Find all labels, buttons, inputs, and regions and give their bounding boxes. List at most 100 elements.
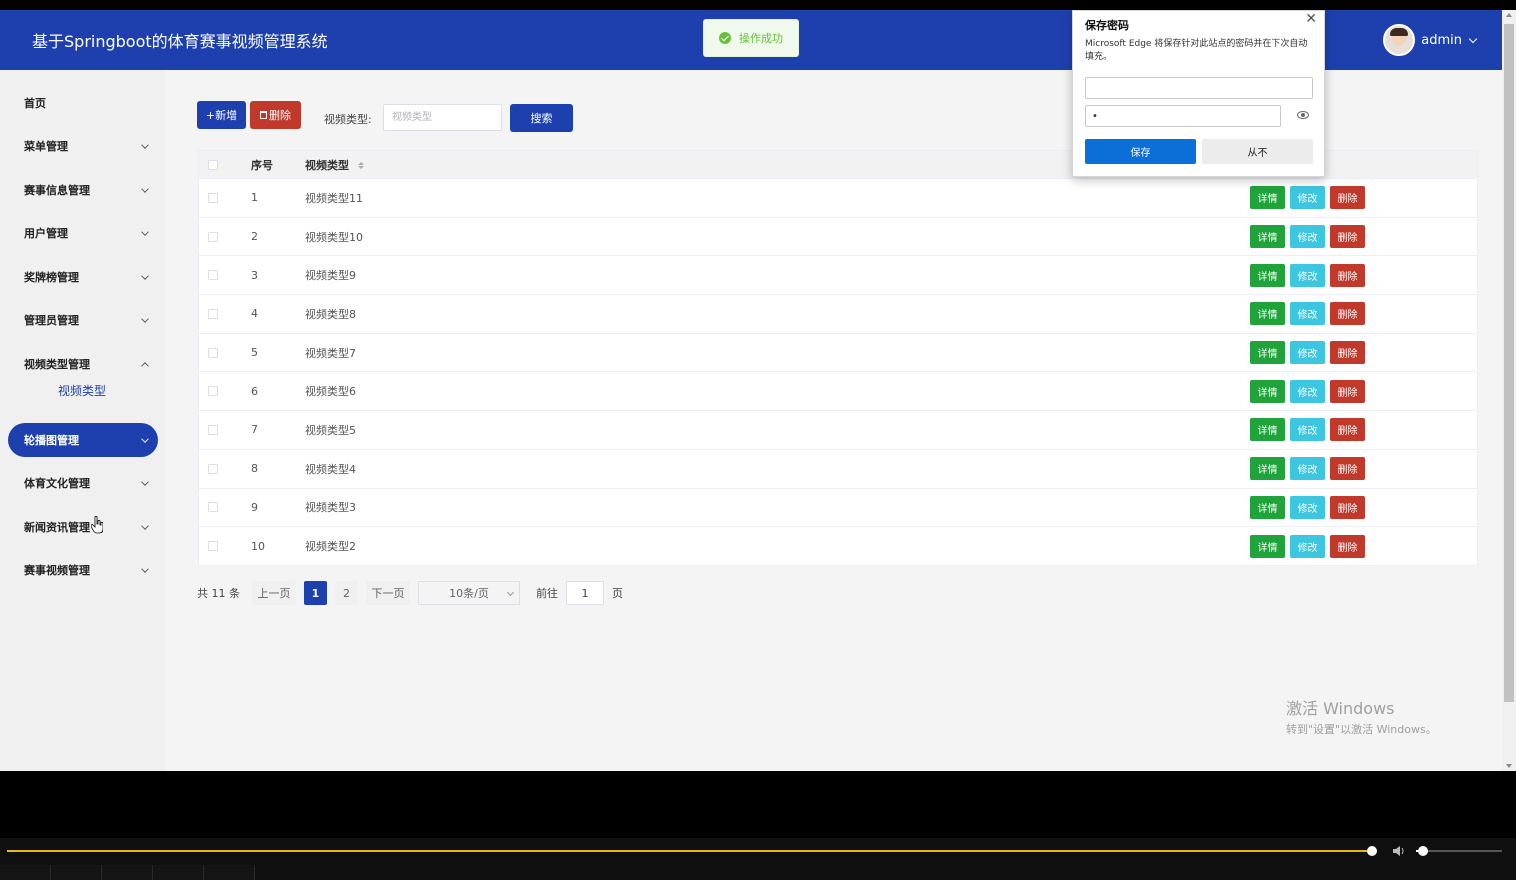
never-save-button[interactable]: 从不 bbox=[1202, 139, 1313, 164]
row-checkbox[interactable] bbox=[208, 386, 218, 397]
sidebar-item-medal-board[interactable]: 奖牌榜管理 bbox=[8, 260, 158, 294]
row-actions: 详情 修改 删除 bbox=[1250, 302, 1365, 326]
sidebar-item-event-video[interactable]: 赛事视频管理 bbox=[8, 553, 158, 587]
scroll-up-icon[interactable] bbox=[1506, 13, 1512, 17]
select-all-checkbox[interactable] bbox=[208, 159, 218, 170]
row-checkbox[interactable] bbox=[208, 463, 218, 474]
password-field[interactable] bbox=[1085, 105, 1281, 127]
delete-button[interactable]: 删除 bbox=[1330, 495, 1365, 519]
progress-handle[interactable] bbox=[1367, 846, 1377, 856]
scroll-thumb[interactable] bbox=[1504, 24, 1514, 702]
row-checkbox[interactable] bbox=[208, 308, 218, 319]
check-circle-icon bbox=[719, 32, 731, 44]
add-button[interactable]: +新增 bbox=[197, 101, 246, 129]
delete-button[interactable]: 删除 bbox=[1330, 534, 1365, 558]
row-index: 7 bbox=[251, 423, 258, 437]
detail-button[interactable]: 详情 bbox=[1250, 534, 1285, 558]
prev-page-button[interactable]: 上一页 bbox=[252, 581, 296, 605]
username-field[interactable] bbox=[1085, 77, 1313, 99]
sidebar-item-video-type[interactable]: 视频类型管理 bbox=[8, 347, 158, 381]
detail-button[interactable]: 详情 bbox=[1250, 302, 1285, 326]
table-row: 3 视频类型9 详情 修改 删除 bbox=[199, 255, 1477, 294]
save-password-button[interactable]: 保存 bbox=[1085, 139, 1196, 164]
row-actions: 详情 修改 删除 bbox=[1250, 341, 1365, 365]
page-button-2[interactable]: 2 bbox=[335, 581, 358, 605]
detail-button[interactable]: 详情 bbox=[1250, 186, 1285, 210]
delete-button[interactable]: 删除 bbox=[1330, 225, 1365, 249]
sidebar-subitem-video-type[interactable]: 视频类型 bbox=[58, 382, 106, 399]
delete-button[interactable]: 删除 bbox=[1330, 263, 1365, 287]
column-header-video-type[interactable]: 视频类型 bbox=[305, 157, 364, 173]
sidebar-item-carousel[interactable]: 轮播图管理 bbox=[8, 423, 158, 457]
delete-button[interactable]: 删除 bbox=[1330, 457, 1365, 481]
detail-button[interactable]: 详情 bbox=[1250, 379, 1285, 403]
sidebar-item-news[interactable]: 新闻资讯管理 bbox=[8, 510, 158, 544]
scroll-down-icon[interactable] bbox=[1506, 764, 1512, 768]
row-checkbox[interactable] bbox=[208, 231, 218, 242]
edit-button[interactable]: 修改 bbox=[1290, 263, 1325, 287]
user-name[interactable]: admin bbox=[1421, 33, 1462, 48]
edit-button[interactable]: 修改 bbox=[1290, 418, 1325, 442]
row-checkbox[interactable] bbox=[208, 541, 218, 552]
close-icon[interactable]: ✕ bbox=[1305, 11, 1317, 27]
avatar[interactable] bbox=[1383, 24, 1416, 56]
app-title: 基于Springboot的体育赛事视频管理系统 bbox=[32, 32, 328, 51]
row-checkbox[interactable] bbox=[208, 347, 218, 358]
sidebar-item-sports-culture[interactable]: 体育文化管理 bbox=[8, 466, 158, 500]
volume-handle[interactable] bbox=[1418, 846, 1428, 856]
sidebar-item-home[interactable]: 首页 bbox=[8, 86, 158, 120]
row-video-type: 视频类型11 bbox=[305, 191, 363, 205]
user-menu[interactable]: admin bbox=[1383, 24, 1478, 56]
chevron-down-icon bbox=[141, 314, 149, 323]
delete-button[interactable]: 删除 bbox=[1330, 379, 1365, 403]
sidebar-item-menu[interactable]: 菜单管理 bbox=[8, 129, 158, 163]
detail-button[interactable]: 详情 bbox=[1250, 457, 1285, 481]
sidebar-item-event-info[interactable]: 赛事信息管理 bbox=[8, 173, 158, 207]
detail-button[interactable]: 详情 bbox=[1250, 341, 1285, 365]
sort-icon[interactable] bbox=[357, 162, 364, 169]
edit-button[interactable]: 修改 bbox=[1290, 225, 1325, 249]
sidebar-item-user[interactable]: 用户管理 bbox=[8, 216, 158, 250]
edit-button[interactable]: 修改 bbox=[1290, 302, 1325, 326]
batch-delete-button[interactable]: 删除 bbox=[250, 101, 301, 129]
row-checkbox[interactable] bbox=[208, 192, 218, 203]
detail-button[interactable]: 详情 bbox=[1250, 495, 1285, 519]
page-size-select[interactable]: 10条/页 bbox=[418, 581, 520, 605]
delete-button[interactable]: 删除 bbox=[1330, 186, 1365, 210]
table-row: 10 视频类型2 详情 修改 删除 bbox=[199, 526, 1477, 565]
show-password-icon[interactable] bbox=[1297, 111, 1309, 119]
edit-button[interactable]: 修改 bbox=[1290, 457, 1325, 481]
edit-button[interactable]: 修改 bbox=[1290, 341, 1325, 365]
edit-button[interactable]: 修改 bbox=[1290, 495, 1325, 519]
goto-page-input[interactable] bbox=[566, 581, 604, 605]
page-button-1[interactable]: 1 bbox=[304, 581, 327, 605]
batch-delete-label: 删除 bbox=[269, 109, 291, 122]
goto-label: 前往 bbox=[536, 587, 558, 600]
row-checkbox[interactable] bbox=[208, 502, 218, 513]
detail-button[interactable]: 详情 bbox=[1250, 263, 1285, 287]
popup-description: Microsoft Edge 将保存针对此站点的密码并在下次自动填充。 bbox=[1085, 39, 1308, 62]
volume-track[interactable] bbox=[1416, 850, 1502, 852]
progress-bar[interactable] bbox=[7, 850, 1373, 852]
volume-icon[interactable] bbox=[1392, 845, 1406, 857]
row-checkbox[interactable] bbox=[208, 424, 218, 435]
sidebar-item-admin[interactable]: 管理员管理 bbox=[8, 303, 158, 337]
edit-button[interactable]: 修改 bbox=[1290, 379, 1325, 403]
chevron-down-icon bbox=[141, 521, 149, 530]
detail-button[interactable]: 详情 bbox=[1250, 225, 1285, 249]
row-video-type: 视频类型4 bbox=[305, 462, 356, 476]
delete-button[interactable]: 删除 bbox=[1330, 341, 1365, 365]
search-button[interactable]: 搜索 bbox=[510, 104, 573, 132]
edit-button[interactable]: 修改 bbox=[1290, 186, 1325, 210]
video-type-filter-input[interactable] bbox=[383, 104, 502, 131]
next-page-button[interactable]: 下一页 bbox=[366, 581, 410, 605]
delete-button[interactable]: 删除 bbox=[1330, 418, 1365, 442]
pagination-total: 共 11 条 bbox=[197, 587, 240, 600]
row-checkbox[interactable] bbox=[208, 270, 218, 281]
delete-button[interactable]: 删除 bbox=[1330, 302, 1365, 326]
row-video-type: 视频类型9 bbox=[305, 269, 356, 283]
page-scrollbar[interactable] bbox=[1502, 10, 1516, 771]
detail-button[interactable]: 详情 bbox=[1250, 418, 1285, 442]
edit-button[interactable]: 修改 bbox=[1290, 534, 1325, 558]
row-index: 10 bbox=[251, 539, 265, 553]
